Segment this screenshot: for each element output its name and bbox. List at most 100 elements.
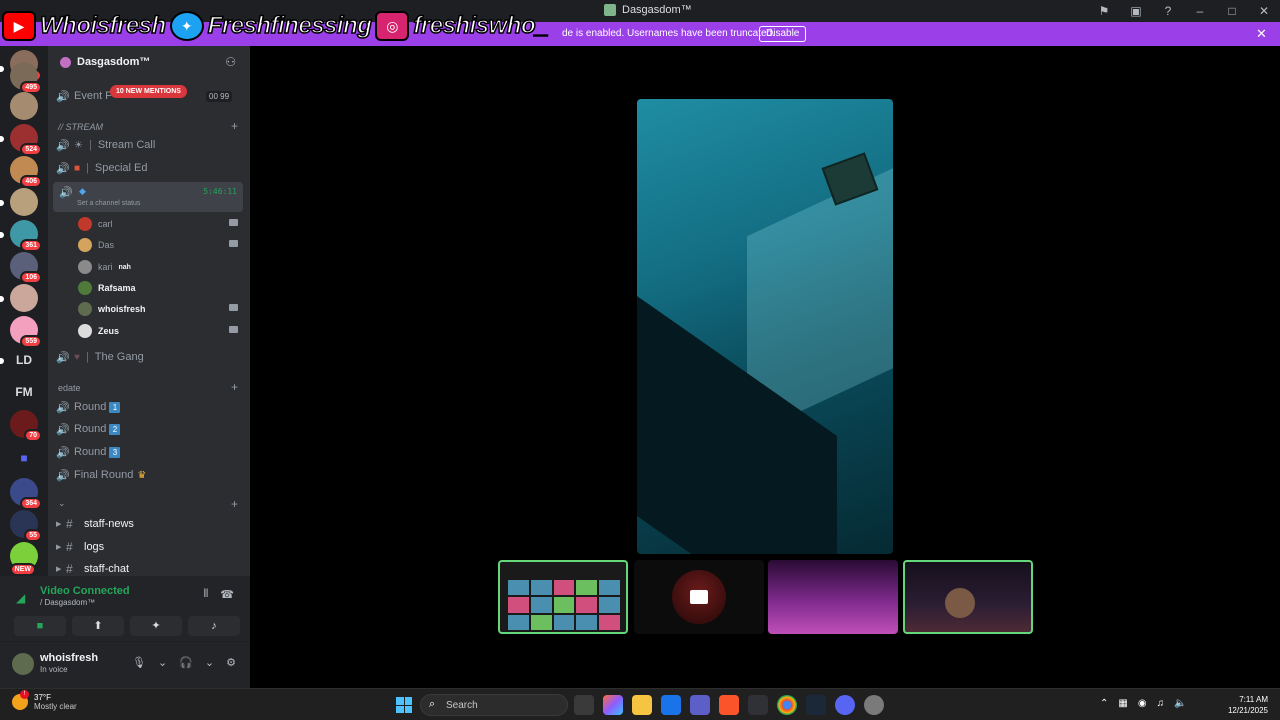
server-icon[interactable] <box>10 284 38 312</box>
voice-member[interactable]: carl <box>78 215 238 233</box>
taskbar-search[interactable]: ⌕ Search <box>420 694 568 716</box>
title-bar-controls: ⚑ ▣ ? – □ ✕ <box>1088 0 1280 22</box>
channel-name: Final Round <box>74 469 134 481</box>
channel-final-round[interactable]: 🔊 Final Round ♛ <box>56 465 244 485</box>
new-mentions-pill[interactable]: 10 NEW MENTIONS <box>110 85 187 98</box>
settings-icon[interactable] <box>864 695 884 715</box>
server-icon[interactable]: 406 <box>10 156 42 188</box>
channel-special-ed[interactable]: 🔊 ■ | Special Ed <box>56 158 244 178</box>
task-view-icon[interactable] <box>574 695 594 715</box>
microphone-icon[interactable]: 🎙 <box>132 656 146 669</box>
server-icon[interactable]: 70 <box>10 410 42 442</box>
add-member-icon[interactable]: ⚇ <box>225 55 236 69</box>
category-stream[interactable]: // STREAM <box>58 122 103 132</box>
server-icon[interactable]: 106 <box>10 252 42 284</box>
avatar[interactable] <box>12 653 34 675</box>
channel-the-gang[interactable]: 🔊 ♥ | The Gang <box>56 347 244 367</box>
channel-round-1[interactable]: 🔊 Round 1 <box>56 397 244 417</box>
server-ld[interactable]: LD <box>10 346 38 374</box>
discord-icon[interactable] <box>835 695 855 715</box>
category-collapsed[interactable]: ⌄ <box>58 498 66 509</box>
channel-active-voice[interactable]: 🔊 ◆ 5:46:11 Set a channel status <box>53 182 243 212</box>
disconnect-icon[interactable]: ☎ <box>220 588 234 601</box>
category-edate[interactable]: edate <box>58 383 81 393</box>
voice-member[interactable]: Das <box>78 236 238 254</box>
avatar <box>945 588 975 618</box>
store-icon[interactable] <box>661 695 681 715</box>
channel-round-3[interactable]: 🔊 Round 3 <box>56 442 244 462</box>
server-icon[interactable] <box>10 92 38 120</box>
headphones-icon[interactable]: 🎧 <box>179 656 193 669</box>
add-channel-icon[interactable]: + <box>231 119 238 133</box>
channel-separator: | <box>86 162 89 174</box>
microphone-icon[interactable]: ♫ <box>1157 698 1165 709</box>
participant-thumbnail[interactable] <box>634 560 764 634</box>
gear-icon[interactable]: ⚙ <box>226 656 236 669</box>
flag-icon[interactable]: ⚑ <box>1088 4 1120 18</box>
close-icon[interactable]: ✕ <box>1248 4 1280 18</box>
wifi-icon[interactable]: ◉ <box>1138 698 1147 709</box>
focused-video-feed[interactable] <box>637 99 893 554</box>
chrome-icon[interactable] <box>777 695 797 715</box>
set-channel-status[interactable]: Set a channel status <box>77 200 140 207</box>
windows-start-icon[interactable] <box>396 697 412 713</box>
chevron-down-icon[interactable]: ⌄ <box>158 656 167 669</box>
voice-member[interactable]: Rafsama <box>78 279 238 297</box>
server-fm[interactable]: FM <box>10 378 38 406</box>
brave-icon[interactable] <box>719 695 739 715</box>
username: whoisfresh <box>40 652 99 664</box>
maximize-icon[interactable]: □ <box>1216 4 1248 18</box>
server-icon[interactable]: 55 <box>10 510 42 542</box>
steam-icon[interactable] <box>806 695 826 715</box>
screen-share-button[interactable]: ⬆ <box>72 616 124 636</box>
activities-button[interactable]: ✦ <box>130 616 182 636</box>
server-icon[interactable]: 361 <box>10 220 42 252</box>
camera-button[interactable]: ■ <box>14 616 66 636</box>
folder-icon[interactable]: ■ <box>10 444 38 472</box>
chevron-down-icon[interactable]: ⌄ <box>205 656 214 669</box>
server-icon[interactable] <box>10 188 38 216</box>
server-icon[interactable]: 364 <box>10 478 42 510</box>
channel-staff-news[interactable]: ▶ # staff-news <box>56 514 244 534</box>
teams-icon[interactable] <box>690 695 710 715</box>
signal-icon[interactable]: ◢ <box>16 591 25 605</box>
disable-button[interactable]: Disable <box>759 26 807 42</box>
channel-staff-chat[interactable]: ▶ # staff-chat <box>56 559 244 576</box>
noise-suppression-icon[interactable]: ⦀ <box>203 588 208 601</box>
voice-member[interactable]: Zeus <box>78 322 238 340</box>
participant-thumbnail[interactable] <box>768 560 898 634</box>
clock[interactable]: 7:11 AM 12/21/2025 <box>1228 694 1268 716</box>
minimize-icon[interactable]: – <box>1184 4 1216 18</box>
voice-status-panel: ◢ Video Connected / Dasgasdom™ ⦀ ☎ ■ ⬆ ✦… <box>0 576 250 642</box>
soundboard-button[interactable]: ♪ <box>188 616 240 636</box>
voice-status-subtitle[interactable]: / Dasgasdom™ <box>40 598 95 607</box>
add-channel-icon[interactable]: + <box>231 380 238 394</box>
camera-icon <box>229 219 238 226</box>
banner-close-icon[interactable]: ✕ <box>1256 26 1267 42</box>
speaker-icon: 🔊 <box>56 162 70 175</box>
help-icon[interactable]: ? <box>1152 4 1184 18</box>
server-icon[interactable]: NEW <box>9 542 38 576</box>
channel-round-2[interactable]: 🔊 Round 2 <box>56 419 244 439</box>
channel-logs[interactable]: ▶ # logs <box>56 537 244 557</box>
server-icon[interactable]: 559 <box>10 316 42 348</box>
file-explorer-icon[interactable] <box>632 695 652 715</box>
voice-member[interactable]: kari nah <box>78 258 238 276</box>
tray-app-icon[interactable]: ▦ <box>1118 698 1127 709</box>
voice-member[interactable]: whoisfresh <box>78 300 238 318</box>
channel-stream-call[interactable]: 🔊 ☀ | Stream Call <box>56 135 244 155</box>
copilot-icon[interactable] <box>603 695 623 715</box>
volume-icon[interactable]: 🔈 <box>1174 698 1186 709</box>
add-channel-icon[interactable]: + <box>231 497 238 511</box>
server-header[interactable]: Dasgasdom™ ⚇ <box>48 52 250 72</box>
participant-thumbnail[interactable] <box>498 560 628 634</box>
monitor-icon[interactable]: ▣ <box>1120 4 1152 18</box>
weather-widget[interactable]: ! 37°F Mostly clear <box>12 690 77 711</box>
number-badge: 1 <box>109 401 121 413</box>
chevron-up-icon[interactable]: ⌃ <box>1100 698 1108 709</box>
app-icon[interactable] <box>748 695 768 715</box>
participant-thumbnail[interactable] <box>903 560 1033 634</box>
server-icon[interactable]: 495 <box>10 62 42 94</box>
server-icon[interactable]: 524 <box>10 124 42 156</box>
taskbar-apps <box>574 695 884 715</box>
